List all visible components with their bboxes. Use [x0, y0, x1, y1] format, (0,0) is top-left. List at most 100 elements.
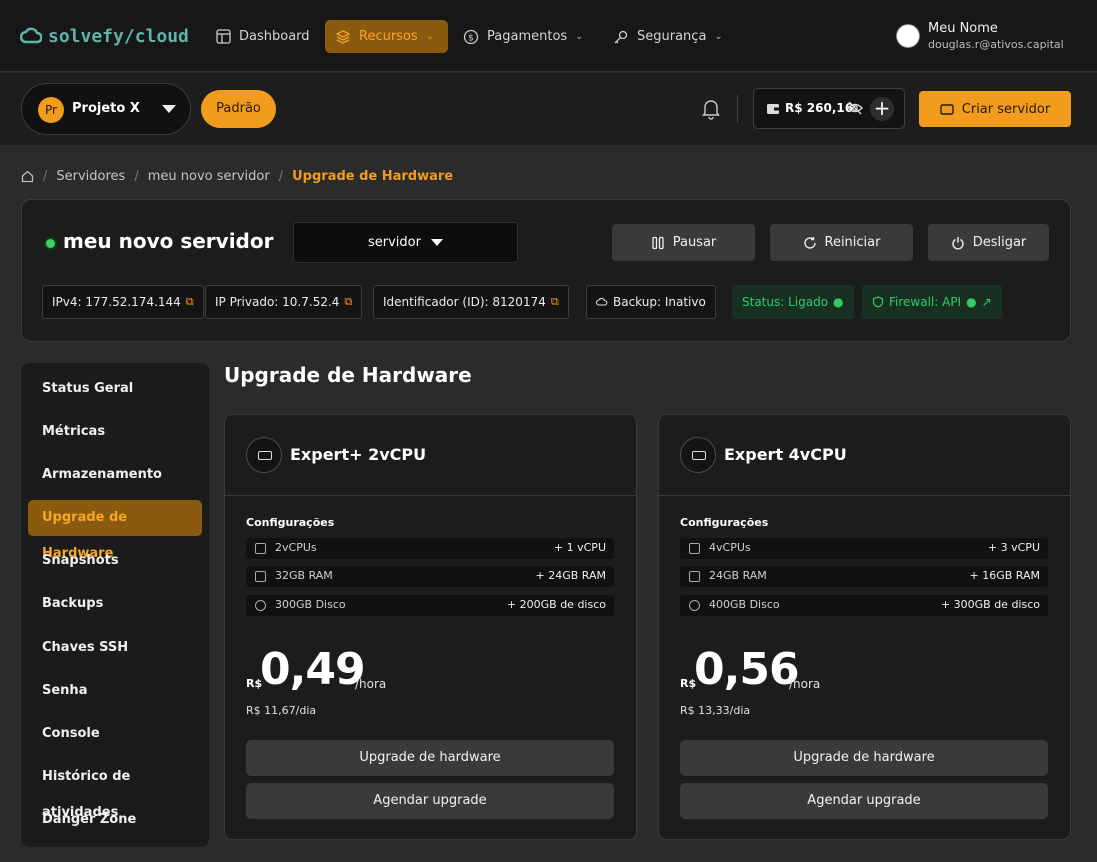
schedule-upgrade-button[interactable]: Agendar upgrade: [246, 783, 614, 819]
price-value: 0,56: [694, 644, 800, 695]
status-chip: Status: Ligado ●: [732, 285, 854, 319]
breadcrumb-server[interactable]: meu novo servidor: [148, 169, 270, 184]
sidebar-item-chaves-ssh[interactable]: Chaves SSH: [28, 630, 202, 666]
spec-delta: + 24GB RAM: [535, 569, 607, 582]
ipv4-value: IPv4: 177.52.174.144: [52, 295, 181, 309]
plan-name: Expert+ 2vCPU: [290, 445, 427, 464]
sidebar-item-danger-zone[interactable]: Danger Zone: [28, 802, 202, 838]
breadcrumb-separator: /: [134, 168, 139, 184]
schedule-upgrade-button[interactable]: Agendar upgrade: [680, 783, 1048, 819]
logo-text: solvefy/cloud: [48, 25, 189, 47]
svg-text:$: $: [468, 33, 474, 43]
plan-card: Expert+ 2vCPU Configurações 2vCPUs + 1 v…: [224, 414, 637, 840]
spec-row: 300GB Disco + 200GB de disco: [246, 595, 614, 616]
pause-button[interactable]: Pausar: [612, 224, 755, 261]
divider: [659, 495, 1070, 496]
sidebar-item-senha[interactable]: Senha: [28, 673, 202, 709]
project-tag-button[interactable]: Padrão: [201, 90, 276, 128]
cpu-icon: [689, 543, 700, 554]
home-icon[interactable]: [21, 170, 34, 183]
spec-name: 2vCPUs: [275, 541, 317, 554]
backup-status: Backup: Inativo: [613, 295, 706, 309]
spec-row: 32GB RAM + 24GB RAM: [246, 566, 614, 587]
cloud-icon: [596, 297, 608, 306]
add-credit-button[interactable]: +: [870, 97, 894, 121]
server-id-chip[interactable]: Identificador (ID): 8120174 ⧉: [373, 285, 569, 319]
nav-pagamentos[interactable]: $ Pagamentos ⌄: [453, 20, 594, 53]
shutdown-button[interactable]: Desligar: [928, 224, 1049, 261]
disk-icon: [689, 600, 700, 611]
chevron-down-icon: ⌄: [425, 31, 435, 42]
spec-name: 32GB RAM: [275, 569, 333, 582]
spec-name: 400GB Disco: [709, 598, 780, 611]
sidebar-item-armazenamento[interactable]: Armazenamento: [28, 457, 202, 493]
server-type-select[interactable]: servidor: [293, 222, 518, 263]
balance-amount: R$ 260,16: [785, 101, 854, 115]
sidebar-item-console[interactable]: Console: [28, 716, 202, 752]
nav-recursos-label: Recursos: [359, 29, 418, 44]
server-sidebar: Status Geral Métricas Armazenamento Upgr…: [21, 363, 209, 847]
plan-name: Expert 4vCPU: [724, 445, 847, 464]
chevron-down-icon: ⌄: [575, 31, 584, 42]
wallet-icon: [767, 104, 779, 114]
logo[interactable]: solvefy/cloud: [20, 24, 189, 48]
copy-icon[interactable]: ⧉: [186, 295, 194, 309]
spec-row: 2vCPUs + 1 vCPU: [246, 538, 614, 559]
project-selector[interactable]: Pr Projeto X: [21, 83, 191, 135]
nav-dashboard-label: Dashboard: [239, 29, 310, 44]
sidebar-item-snapshots[interactable]: Snapshots: [28, 543, 202, 579]
copy-icon[interactable]: ⧉: [551, 295, 559, 309]
user-menu[interactable]: Meu Nome douglas.r@ativos.capital: [896, 20, 1076, 54]
memory-icon: [689, 571, 700, 582]
upgrade-hardware-button[interactable]: Upgrade de hardware: [246, 740, 614, 776]
sidebar-item-status-geral[interactable]: Status Geral: [28, 371, 202, 407]
spec-row: 4vCPUs + 3 vCPU: [680, 538, 1048, 559]
price-per-day: R$ 11,67/dia: [246, 704, 317, 717]
nav-dashboard[interactable]: Dashboard: [206, 20, 320, 53]
external-link-icon[interactable]: ↗: [982, 295, 992, 309]
balance-widget: R$ 260,16 +: [753, 88, 905, 129]
server-icon: [940, 103, 954, 115]
divider: [737, 95, 738, 123]
status-indicator: [46, 239, 55, 248]
status-dot-icon: ●: [966, 295, 977, 309]
breadcrumb-servidores[interactable]: Servidores: [56, 169, 125, 184]
firewall-status: Firewall: API: [889, 295, 962, 309]
project-name: Projeto X: [72, 101, 140, 116]
copy-icon[interactable]: ⧉: [344, 295, 352, 309]
sidebar-item-backups[interactable]: Backups: [28, 586, 202, 622]
nav-seguranca-label: Segurança: [637, 29, 707, 44]
price-unit: /hora: [355, 677, 387, 691]
private-ip-value: IP Privado: 10.7.52.4: [215, 295, 340, 309]
power-icon: [952, 236, 964, 249]
ipv4-chip[interactable]: IPv4: 177.52.174.144 ⧉: [42, 285, 204, 319]
refresh-icon: [803, 236, 816, 249]
restart-button[interactable]: Reiniciar: [770, 224, 913, 261]
server-header-card: meu novo servidor servidor Pausar Reinic…: [21, 199, 1071, 342]
nav-recursos[interactable]: Recursos ⌄: [325, 20, 448, 53]
sidebar-item-metricas[interactable]: Métricas: [28, 414, 202, 450]
cpu-icon: [255, 543, 266, 554]
eye-off-icon[interactable]: [847, 101, 863, 115]
cloud-logo-icon: [20, 27, 42, 44]
sidebar-item-upgrade-de-hardware[interactable]: Upgrade de Hardware: [28, 500, 202, 561]
bell-icon[interactable]: [701, 98, 721, 120]
status-dot-icon: ●: [833, 295, 844, 309]
restart-label: Reiniciar: [824, 235, 881, 250]
key-icon: [614, 30, 628, 43]
top-navbar: solvefy/cloud Dashboard Recursos ⌄ $ Pag…: [0, 0, 1097, 72]
spec-row: 400GB Disco + 300GB de disco: [680, 595, 1048, 616]
firewall-chip[interactable]: Firewall: API ● ↗: [862, 285, 1002, 319]
nav-seguranca[interactable]: Segurança ⌄: [603, 20, 733, 53]
divider: [225, 495, 636, 496]
spec-delta: + 3 vCPU: [987, 541, 1040, 554]
upgrade-hardware-button[interactable]: Upgrade de hardware: [680, 740, 1048, 776]
create-server-button[interactable]: Criar servidor: [919, 91, 1071, 127]
server-icon: [680, 437, 716, 473]
private-ip-chip[interactable]: IP Privado: 10.7.52.4 ⧉: [205, 285, 363, 319]
spec-row: 24GB RAM + 16GB RAM: [680, 566, 1048, 587]
server-id-value: Identificador (ID): 8120174: [383, 295, 546, 309]
sidebar-item-historico[interactable]: Histórico de atividades: [28, 759, 202, 820]
backup-chip[interactable]: Backup: Inativo: [586, 285, 716, 319]
chevron-down-icon: ⌄: [714, 31, 723, 42]
